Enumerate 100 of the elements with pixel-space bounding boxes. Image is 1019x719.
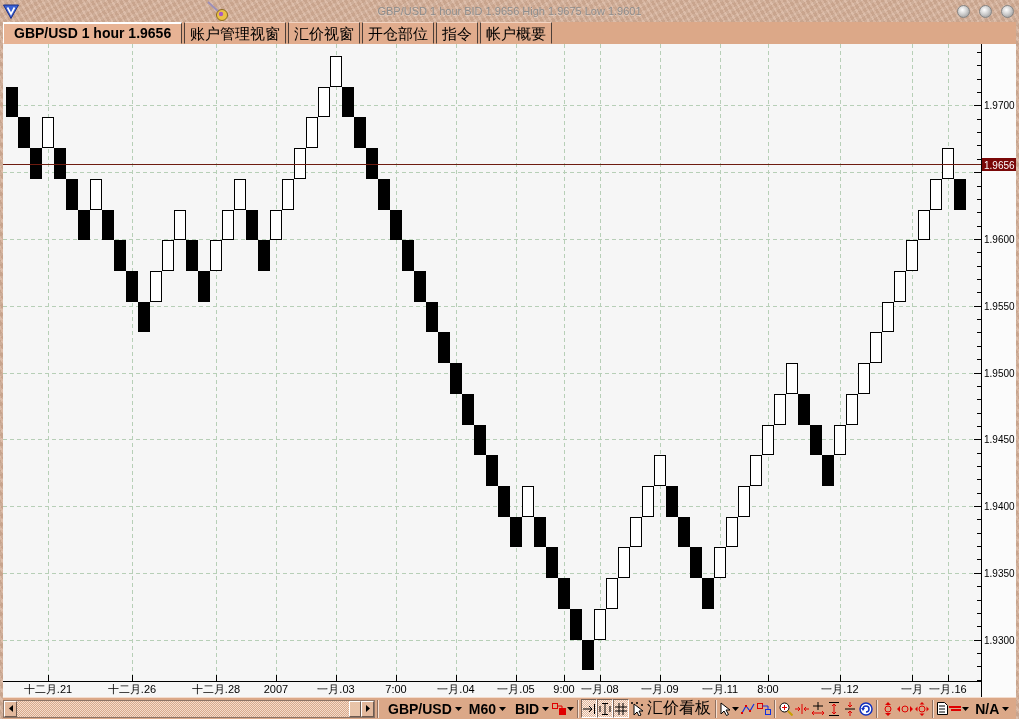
caret-icon xyxy=(454,706,462,711)
renko-brick xyxy=(654,455,666,486)
renko-brick xyxy=(822,455,834,486)
renko-brick xyxy=(702,578,714,609)
tab[interactable]: 指令 xyxy=(436,22,479,44)
axis-label: 1.9550 xyxy=(984,301,1015,312)
renko-brick xyxy=(798,394,810,425)
axis-label: 十二月.26 xyxy=(107,683,157,695)
refresh-button[interactable] xyxy=(858,699,875,718)
renko-brick xyxy=(894,271,906,302)
renko-brick xyxy=(42,117,54,148)
axis-label: 一月.12 xyxy=(821,683,859,695)
renko-brick xyxy=(54,148,66,179)
renko-brick xyxy=(954,179,966,210)
renko-brick xyxy=(618,547,630,578)
renko-brick xyxy=(450,363,462,394)
cursor-button[interactable] xyxy=(629,699,646,718)
tab[interactable]: 汇价视窗 xyxy=(288,22,361,44)
renko-brick xyxy=(570,609,582,640)
scroll-right-button[interactable] xyxy=(361,700,374,717)
tab[interactable]: 帐户概要 xyxy=(480,22,553,44)
renko-brick xyxy=(270,210,282,240)
renko-brick xyxy=(462,394,474,425)
vertical-arrows-icon xyxy=(829,701,840,716)
renko-brick xyxy=(6,87,18,117)
renko-brick xyxy=(162,240,174,271)
axis-label: 十二月.28 xyxy=(191,683,241,695)
dotted-cursor-icon xyxy=(630,701,644,716)
period-dropdown[interactable]: M60 xyxy=(466,698,509,719)
window-control-button[interactable] xyxy=(1001,4,1014,18)
renko-brick xyxy=(138,302,150,332)
arrow-to-bar-icon xyxy=(583,702,596,715)
renko-brick xyxy=(318,87,330,117)
renko-brick xyxy=(342,87,354,117)
renko-brick xyxy=(774,394,786,425)
renko-brick xyxy=(78,210,90,240)
axis-label: 一月.04 xyxy=(437,683,475,695)
horizontal-stretch-icon xyxy=(897,703,914,714)
zoom-in-icon xyxy=(779,701,794,716)
renko-brick xyxy=(126,271,138,302)
renko-brick xyxy=(666,486,678,517)
horizontal-scrollbar[interactable] xyxy=(3,699,375,718)
zigzag-line-icon xyxy=(741,702,756,715)
renko-brick xyxy=(594,609,606,640)
comet-icon xyxy=(207,1,229,21)
four-way-arrows-icon xyxy=(915,701,930,716)
renko-brick xyxy=(426,302,438,332)
renko-brick xyxy=(18,117,30,148)
symbol-dropdown[interactable]: GBP/USD xyxy=(386,698,464,719)
caret-icon xyxy=(732,706,740,711)
renko-brick xyxy=(66,179,78,210)
renko-brick xyxy=(834,425,846,455)
axis-label: 一月.11 xyxy=(701,683,739,695)
renko-brick xyxy=(186,240,198,271)
converging-arrows-icon xyxy=(795,703,810,714)
axis-label: 一月.08 xyxy=(581,683,619,695)
triangle-logo-icon xyxy=(3,3,19,19)
scroll-left-button[interactable] xyxy=(4,700,17,717)
vertical-stretch-icon xyxy=(883,701,894,716)
toggle-button[interactable] xyxy=(597,699,614,718)
renko-brick xyxy=(546,547,558,578)
right-arrow-icon xyxy=(365,705,370,712)
window-control-button[interactable] xyxy=(957,4,970,18)
renko-brick xyxy=(282,179,294,210)
renko-brick xyxy=(402,240,414,271)
renko-brick xyxy=(522,486,534,517)
line-color-icon xyxy=(949,705,962,712)
cross-arrows-icon xyxy=(811,702,826,715)
renko-brick xyxy=(474,425,486,455)
price-type-dropdown[interactable]: BID xyxy=(513,698,552,719)
tab[interactable]: 账户管理视窗 xyxy=(184,22,287,44)
renko-brick xyxy=(354,117,366,148)
renko-brick xyxy=(786,363,798,394)
zoom-in-button[interactable] xyxy=(778,699,795,718)
tab[interactable]: 开仓部位 xyxy=(362,22,435,44)
renko-brick xyxy=(222,210,234,240)
renko-brick xyxy=(234,179,246,210)
renko-brick xyxy=(726,517,738,547)
tab[interactable]: GBP/USD 1 hour 1.9656 xyxy=(3,22,183,44)
renko-brick xyxy=(582,640,594,670)
quotes-board-button[interactable]: 汇价看板 xyxy=(645,698,714,719)
renko-brick xyxy=(882,302,894,332)
scroll-thumb[interactable] xyxy=(349,700,361,717)
view-dropdown[interactable]: N/A xyxy=(973,698,1012,719)
window-control-button[interactable] xyxy=(979,4,992,18)
axis-label: 9:00 xyxy=(553,683,575,695)
renko-brick xyxy=(678,517,690,547)
renko-brick xyxy=(942,148,954,179)
axis-label: 1.9450 xyxy=(984,434,1015,445)
toggle-button[interactable] xyxy=(581,699,598,718)
line-style-dropdown[interactable] xyxy=(936,699,971,718)
renko-brick xyxy=(30,148,42,179)
axis-label: 1.9350 xyxy=(984,568,1015,579)
linked-squares-icon xyxy=(757,702,772,715)
renko-brick xyxy=(714,547,726,578)
pointer-dropdown[interactable] xyxy=(719,699,741,718)
renko-brick xyxy=(918,210,930,240)
renko-brick xyxy=(246,210,258,240)
toggle-button[interactable] xyxy=(613,699,630,718)
renko-brick xyxy=(846,394,858,425)
